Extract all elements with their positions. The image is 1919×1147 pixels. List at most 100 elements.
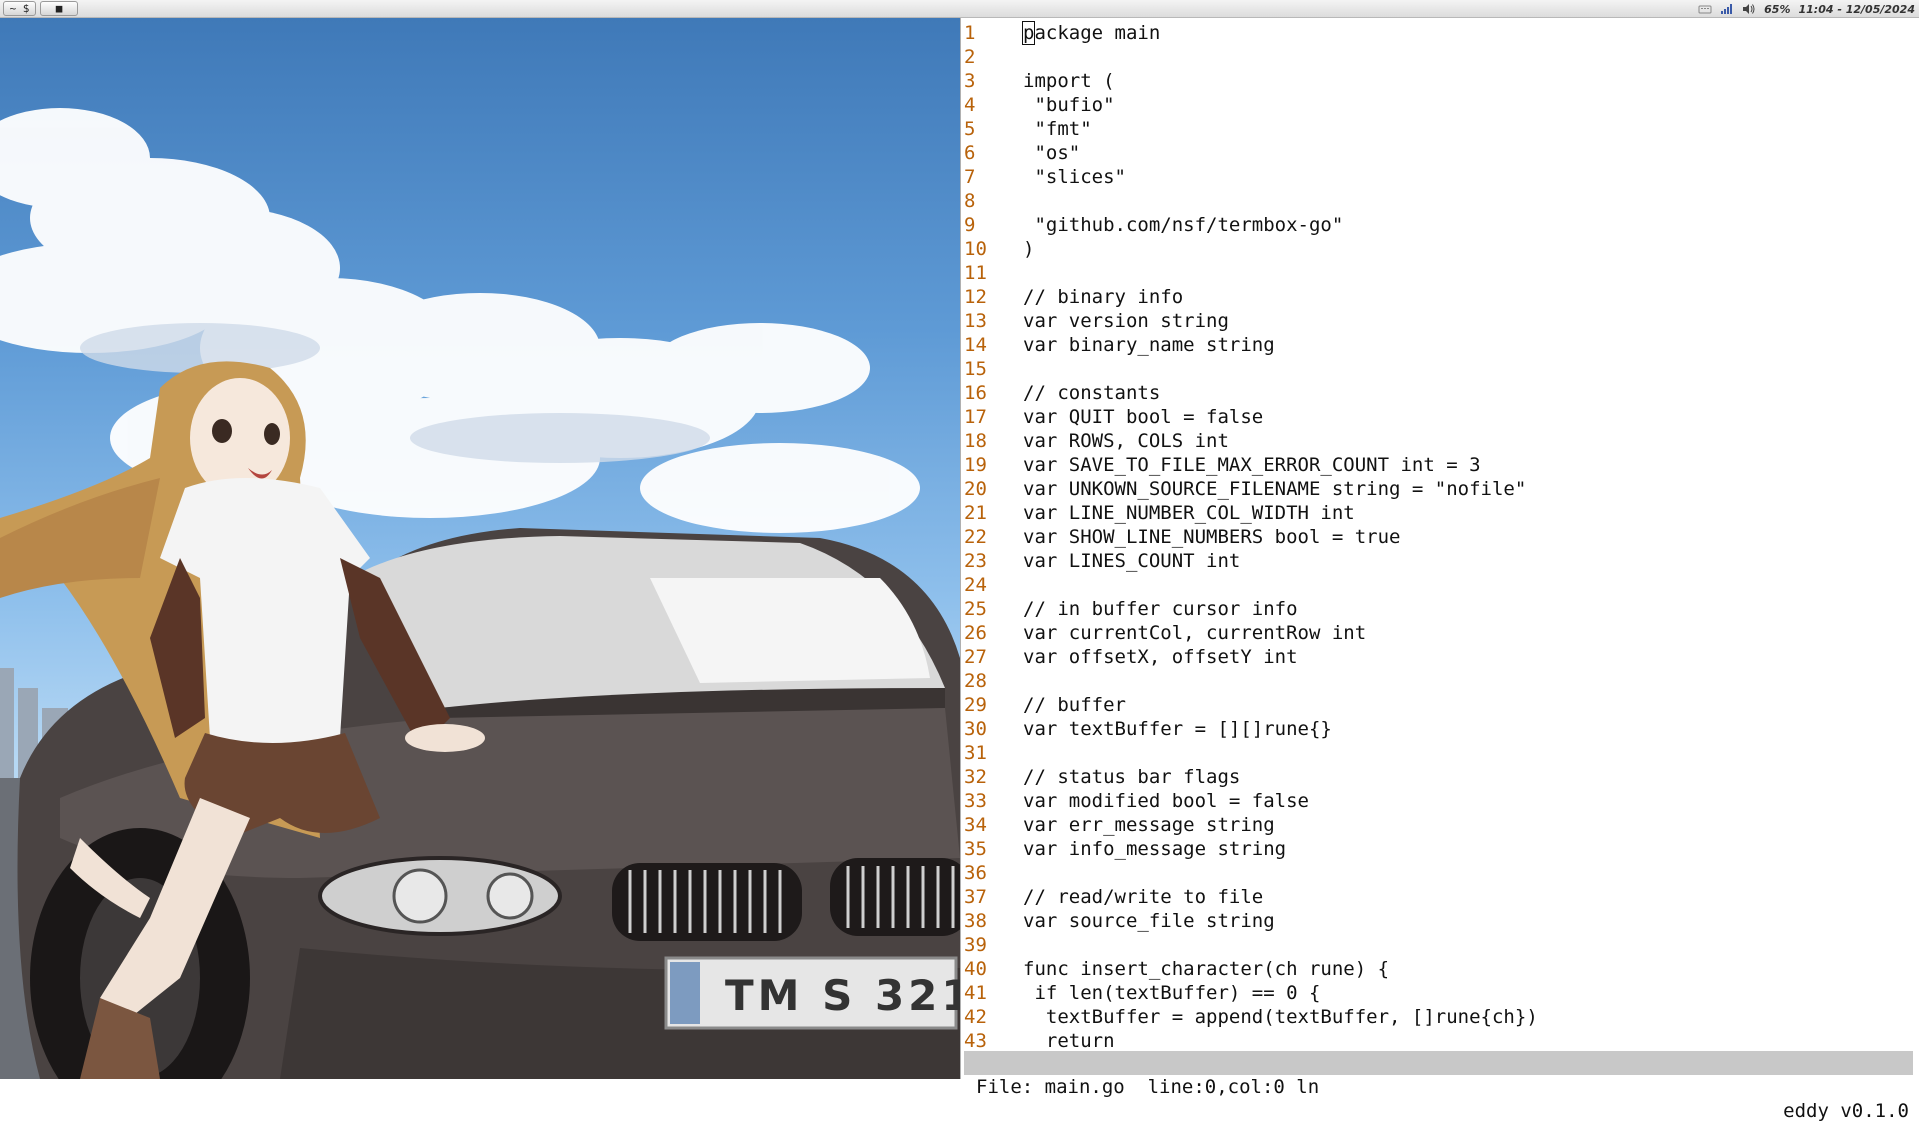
code-line[interactable]: 22 var SHOW_LINE_NUMBERS bool = true: [961, 525, 1919, 549]
code-line[interactable]: 17 var QUIT bool = false: [961, 405, 1919, 429]
code-line[interactable]: 9 "github.com/nsf/termbox-go": [961, 213, 1919, 237]
code-line[interactable]: 31: [961, 741, 1919, 765]
workspace-tag-2[interactable]: ■: [40, 1, 78, 16]
code-line[interactable]: 34 var err_message string: [961, 813, 1919, 837]
code-line[interactable]: 3 import (: [961, 69, 1919, 93]
code-line[interactable]: 5 "fmt": [961, 117, 1919, 141]
line-text[interactable]: return: [1023, 1029, 1115, 1053]
line-text[interactable]: "slices": [1023, 165, 1126, 189]
code-line[interactable]: 25 // in buffer cursor info: [961, 597, 1919, 621]
line-number: 40: [964, 958, 987, 980]
line-text[interactable]: var LINES_COUNT int: [1023, 549, 1240, 573]
line-text[interactable]: var UNKOWN_SOURCE_FILENAME string = "nof…: [1023, 477, 1526, 501]
line-text[interactable]: var modified bool = false: [1023, 789, 1309, 813]
line-text[interactable]: import (: [1023, 69, 1115, 93]
code-line[interactable]: 27 var offsetX, offsetY int: [961, 645, 1919, 669]
code-line[interactable]: 33 var modified bool = false: [961, 789, 1919, 813]
line-number: 36: [964, 862, 987, 884]
line-text[interactable]: "bufio": [1023, 93, 1114, 117]
line-number: 7: [964, 166, 976, 188]
code-line[interactable]: 15: [961, 357, 1919, 381]
code-line[interactable]: 2: [961, 45, 1919, 69]
line-text[interactable]: var err_message string: [1023, 813, 1275, 837]
code-line[interactable]: 29 // buffer: [961, 693, 1919, 717]
code-line[interactable]: 24: [961, 573, 1919, 597]
code-line[interactable]: 6 "os": [961, 141, 1919, 165]
code-line[interactable]: 13 var version string: [961, 309, 1919, 333]
code-line[interactable]: 38 var source_file string: [961, 909, 1919, 933]
code-line[interactable]: 8: [961, 189, 1919, 213]
code-line[interactable]: 21 var LINE_NUMBER_COL_WIDTH int: [961, 501, 1919, 525]
line-number: 33: [964, 790, 987, 812]
line-number: 27: [964, 646, 987, 668]
code-line[interactable]: 39: [961, 933, 1919, 957]
signal-icon[interactable]: [1720, 3, 1734, 15]
code-line[interactable]: 35 var info_message string: [961, 837, 1919, 861]
code-line[interactable]: 11: [961, 261, 1919, 285]
line-text[interactable]: "os": [1023, 141, 1080, 165]
code-line[interactable]: 43 return: [961, 1029, 1919, 1053]
code-line[interactable]: 23 var LINES_COUNT int: [961, 549, 1919, 573]
code-line[interactable]: 1 package main: [961, 21, 1919, 45]
line-number: 29: [964, 694, 987, 716]
line-text[interactable]: var currentCol, currentRow int: [1023, 621, 1366, 645]
line-number: 32: [964, 766, 987, 788]
code-line[interactable]: 28: [961, 669, 1919, 693]
line-text[interactable]: func insert_character(ch rune) {: [1023, 957, 1389, 981]
line-text[interactable]: // buffer: [1023, 693, 1126, 717]
code-line[interactable]: 19 var SAVE_TO_FILE_MAX_ERROR_COUNT int =…: [961, 453, 1919, 477]
line-text[interactable]: var offsetX, offsetY int: [1023, 645, 1298, 669]
code-line[interactable]: 7 "slices": [961, 165, 1919, 189]
line-text[interactable]: var QUIT bool = false: [1023, 405, 1263, 429]
clock[interactable]: 11:04 - 12/05/2024: [1798, 3, 1915, 16]
text-editor[interactable]: 1 package main 2 3 import (4 "bufio" 5 "fmt" 6…: [960, 18, 1919, 1122]
code-line[interactable]: 42 textBuffer = append(textBuffer, []run…: [961, 1005, 1919, 1029]
line-text[interactable]: var LINE_NUMBER_COL_WIDTH int: [1023, 501, 1355, 525]
line-text[interactable]: // in buffer cursor info: [1023, 597, 1298, 621]
line-text[interactable]: // binary info: [1023, 285, 1183, 309]
workspace-tag-terminal[interactable]: ~ $: [3, 1, 36, 16]
line-number: 14: [964, 334, 987, 356]
line-text[interactable]: var binary_name string: [1023, 333, 1275, 357]
line-text[interactable]: if len(textBuffer) == 0 {: [1023, 981, 1320, 1005]
line-text[interactable]: // read/write to file: [1023, 885, 1263, 909]
line-number: 42: [964, 1006, 987, 1028]
line-text[interactable]: var SHOW_LINE_NUMBERS bool = true: [1023, 525, 1401, 549]
line-text[interactable]: ): [1023, 237, 1034, 261]
code-line[interactable]: 20 var UNKOWN_SOURCE_FILENAME string = "n…: [961, 477, 1919, 501]
line-number: 22: [964, 526, 987, 548]
code-line[interactable]: 30 var textBuffer = [][]rune{}: [961, 717, 1919, 741]
code-line[interactable]: 36: [961, 861, 1919, 885]
code-line[interactable]: 26 var currentCol, currentRow int: [961, 621, 1919, 645]
line-text[interactable]: "fmt": [1023, 117, 1091, 141]
line-text[interactable]: var info_message string: [1023, 837, 1286, 861]
line-text[interactable]: var ROWS, COLS int: [1023, 429, 1229, 453]
line-text[interactable]: var SAVE_TO_FILE_MAX_ERROR_COUNT int = 3: [1023, 453, 1481, 477]
volume-icon[interactable]: [1742, 3, 1756, 15]
code-line[interactable]: 10): [961, 237, 1919, 261]
code-line[interactable]: 18 var ROWS, COLS int: [961, 429, 1919, 453]
code-line[interactable]: 41 if len(textBuffer) == 0 {: [961, 981, 1919, 1005]
line-text[interactable]: "github.com/nsf/termbox-go": [1023, 213, 1343, 237]
code-line[interactable]: 14 var binary_name string: [961, 333, 1919, 357]
line-text[interactable]: var textBuffer = [][]rune{}: [1023, 717, 1332, 741]
keyboard-icon[interactable]: [1698, 3, 1712, 15]
line-number: 21: [964, 502, 987, 524]
line-number: 3: [964, 70, 976, 92]
code-line[interactable]: 4 "bufio": [961, 93, 1919, 117]
top-panel: ~ $ ■ 65% 11:04 - 12/05/2024: [0, 0, 1919, 18]
line-text[interactable]: // status bar flags: [1023, 765, 1240, 789]
line-text[interactable]: textBuffer = append(textBuffer, []rune{c…: [1023, 1005, 1538, 1029]
code-line[interactable]: 16 // constants: [961, 381, 1919, 405]
code-line[interactable]: 37 // read/write to file: [961, 885, 1919, 909]
code-line[interactable]: 12 // binary info: [961, 285, 1919, 309]
line-number: 23: [964, 550, 987, 572]
code-line[interactable]: 40 func insert_character(ch rune) {: [961, 957, 1919, 981]
line-text[interactable]: package main: [1021, 21, 1160, 45]
line-number: 2: [964, 46, 976, 68]
line-text[interactable]: // constants: [1023, 381, 1160, 405]
battery-indicator[interactable]: 65%: [1764, 3, 1790, 16]
line-text[interactable]: var version string: [1023, 309, 1229, 333]
line-text[interactable]: var source_file string: [1023, 909, 1275, 933]
code-line[interactable]: 32 // status bar flags: [961, 765, 1919, 789]
